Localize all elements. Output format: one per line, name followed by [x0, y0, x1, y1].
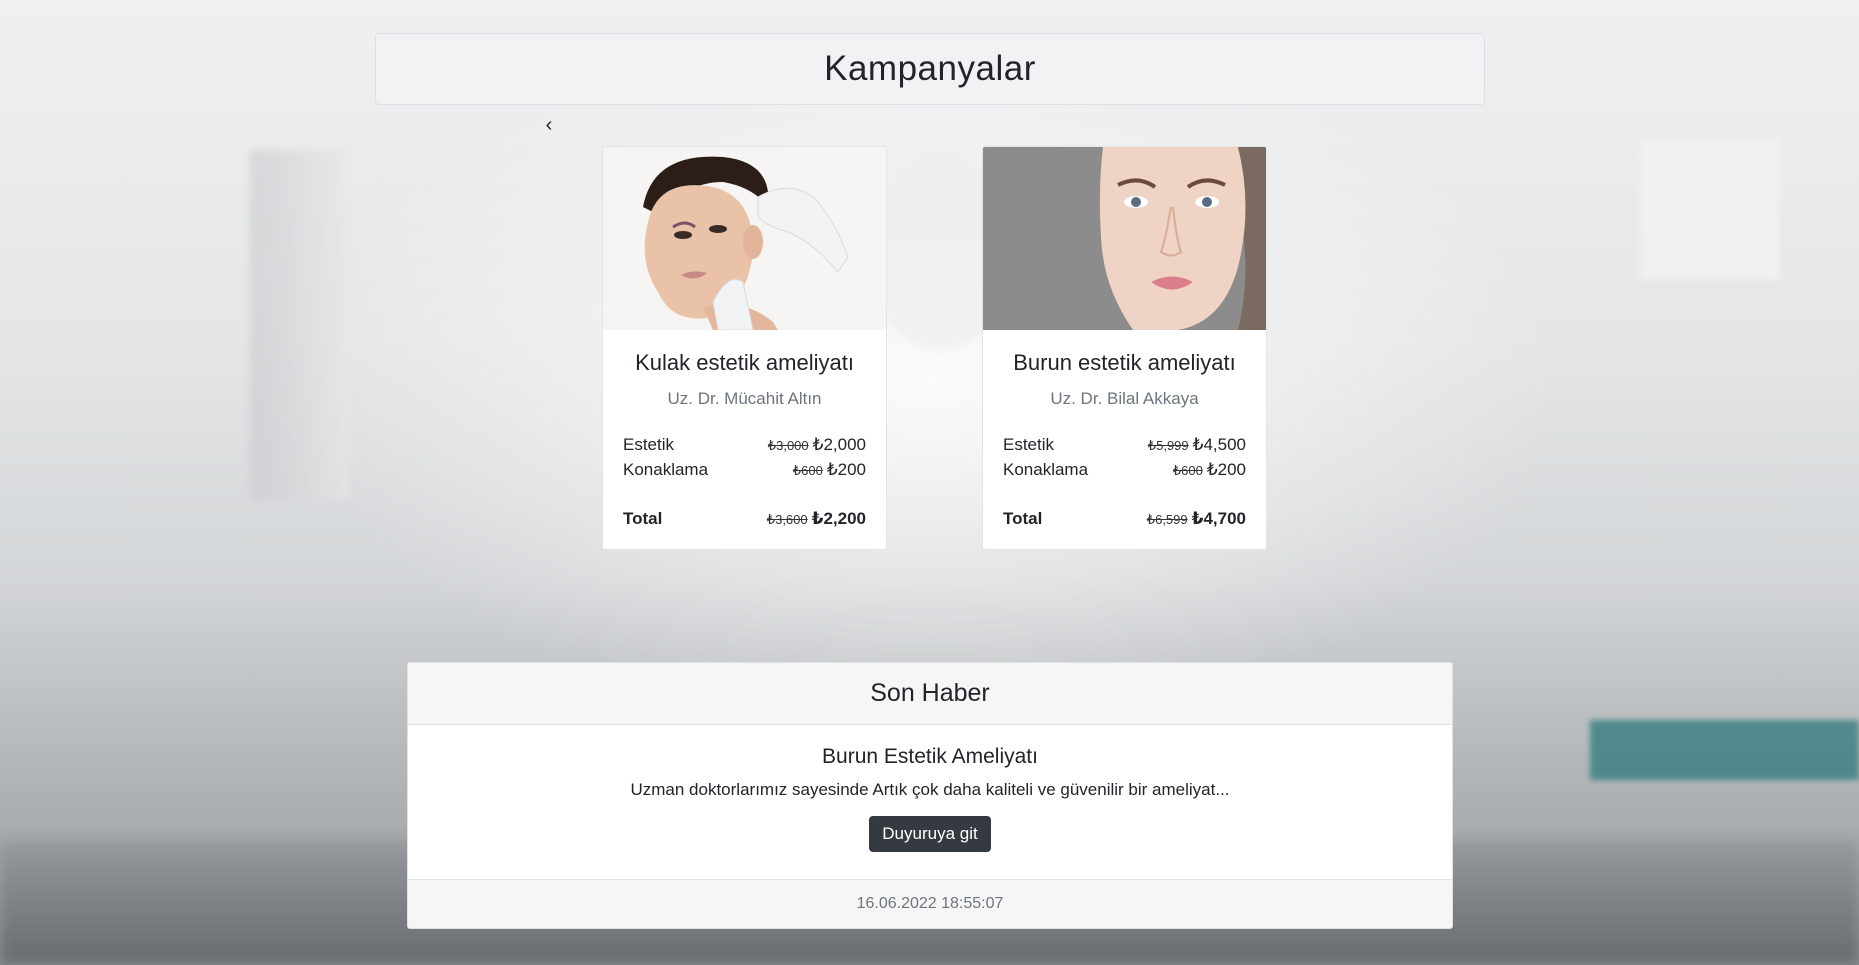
latest-news-card: Son Haber Burun Estetik Ameliyatı Uzman … — [407, 662, 1453, 929]
price-label: Estetik — [623, 435, 675, 454]
page-title: Kampanyalar — [824, 49, 1036, 88]
new-price: ₺200 — [1206, 460, 1246, 479]
total-label: Total — [623, 509, 663, 528]
background-door — [250, 150, 350, 500]
total-label: Total — [1003, 509, 1043, 528]
campaign-card[interactable]: Burun estetik ameliyatı Uz. Dr. Bilal Ak… — [982, 146, 1267, 550]
price-row: Estetik ₺3,000 ₺2,000 — [623, 433, 866, 458]
news-summary: Uzman doktorlarımız sayesinde Artık çok … — [630, 780, 1230, 799]
total-value: ₺3,600 ₺2,200 — [767, 507, 866, 532]
price-label: Konaklama — [623, 460, 709, 479]
price-total-row: Total ₺6,599 ₺4,700 — [1003, 507, 1246, 532]
price-row: Konaklama ₺600 ₺200 — [623, 458, 866, 483]
price-list: Estetik ₺5,999 ₺4,500 Konaklama ₺600 ₺200 … — [1003, 433, 1246, 532]
old-price: ₺600 — [792, 463, 823, 478]
news-header: Son Haber — [408, 663, 1452, 725]
old-price: ₺600 — [1172, 463, 1203, 478]
old-price: ₺5,999 — [1147, 438, 1189, 453]
carousel-prev-button[interactable]: ‹ — [541, 113, 557, 137]
campaign-image — [603, 147, 886, 330]
campaign-image — [983, 147, 1266, 330]
news-title: Burun Estetik Ameliyatı — [822, 745, 1038, 768]
background-cabinet — [1640, 140, 1780, 280]
price-value: ₺600 ₺200 — [1173, 458, 1246, 483]
old-total: ₺6,599 — [1146, 512, 1188, 527]
background-bed — [1590, 720, 1859, 780]
new-price: ₺200 — [826, 460, 866, 479]
new-price: ₺2,000 — [812, 435, 866, 454]
campaigns-header: Kampanyalar — [375, 33, 1485, 105]
price-label: Konaklama — [1003, 460, 1089, 479]
campaign-doctor: Uz. Dr. Bilal Akkaya — [1050, 389, 1199, 408]
price-row: Konaklama ₺600 ₺200 — [1003, 458, 1246, 483]
price-list: Estetik ₺3,000 ₺2,000 Konaklama ₺600 ₺200 … — [623, 433, 866, 532]
campaign-card[interactable]: Kulak estetik ameliyatı Uz. Dr. Mücahit … — [602, 146, 887, 550]
price-value: ₺3,000 ₺2,000 — [768, 433, 866, 458]
total-value: ₺6,599 ₺4,700 — [1147, 507, 1246, 532]
campaign-title: Burun estetik ameliyatı — [1013, 350, 1236, 375]
price-total-row: Total ₺3,600 ₺2,200 — [623, 507, 866, 532]
news-timestamp: 16.06.2022 18:55:07 — [408, 879, 1452, 928]
price-value: ₺600 ₺200 — [793, 458, 866, 483]
go-to-announcement-button[interactable]: Duyuruya git — [869, 816, 991, 852]
price-value: ₺5,999 ₺4,500 — [1148, 433, 1246, 458]
old-total: ₺3,600 — [766, 512, 808, 527]
new-price: ₺4,500 — [1192, 435, 1246, 454]
old-price: ₺3,000 — [767, 438, 809, 453]
price-label: Estetik — [1003, 435, 1055, 454]
new-total: ₺2,200 — [811, 509, 866, 528]
campaign-doctor: Uz. Dr. Mücahit Altın — [667, 389, 822, 408]
new-total: ₺4,700 — [1191, 509, 1246, 528]
price-row: Estetik ₺5,999 ₺4,500 — [1003, 433, 1246, 458]
campaign-title: Kulak estetik ameliyatı — [635, 350, 854, 375]
